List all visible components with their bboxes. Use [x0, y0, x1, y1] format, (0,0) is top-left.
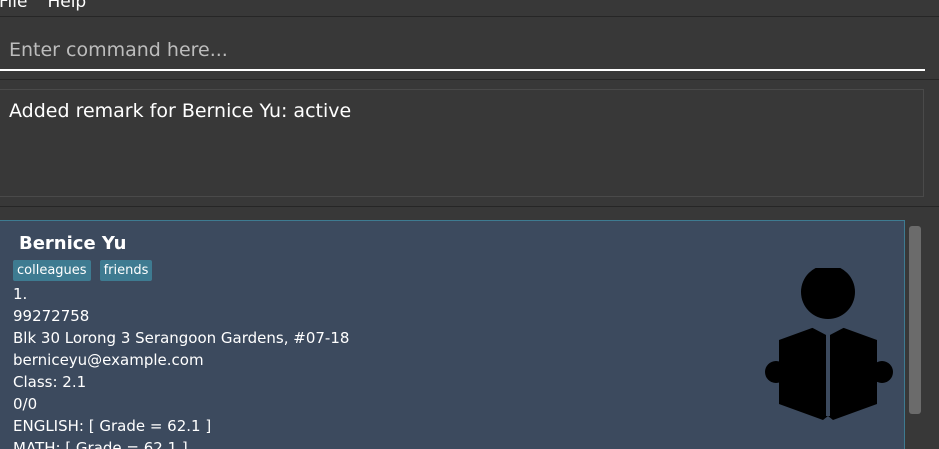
person-attendance: 0/0: [13, 395, 38, 413]
reading-person-icon: [765, 268, 893, 420]
person-address: Blk 30 Lorong 3 Serangoon Gardens, #07-1…: [13, 329, 350, 347]
list-scrollbar[interactable]: [906, 207, 939, 449]
scrollbar-thumb[interactable]: [909, 226, 921, 414]
person-card[interactable]: Bernice Yu colleagues friends 1. 9927275…: [0, 220, 905, 449]
tag-list: colleagues friends: [13, 260, 153, 281]
command-box-pane: [0, 17, 939, 80]
person-class: Class: 2.1: [13, 373, 87, 391]
tag: colleagues: [13, 260, 91, 281]
menu-file[interactable]: File: [0, 0, 34, 12]
menu-bar: File Help: [0, 0, 939, 17]
person-details: 1. 99272758 Blk 30 Lorong 3 Serangoon Ga…: [13, 283, 349, 449]
person-phone: 99272758: [13, 307, 90, 325]
tag: friends: [99, 260, 153, 281]
person-index: 1.: [13, 285, 28, 303]
person-list: Bernice Yu colleagues friends 1. 9927275…: [0, 207, 939, 449]
result-display: Added remark for Bernice Yu: active: [0, 89, 924, 197]
person-grade-math: MATH: [ Grade = 62.1 ]: [13, 439, 188, 449]
person-grade-english: ENGLISH: [ Grade = 62.1 ]: [13, 417, 212, 435]
person-name: Bernice Yu: [19, 233, 127, 254]
app-window: File Help Added remark for Bernice Yu: a…: [0, 0, 939, 449]
command-input[interactable]: [0, 31, 925, 71]
menu-help[interactable]: Help: [40, 0, 93, 12]
result-display-pane: Added remark for Bernice Yu: active: [0, 80, 939, 207]
person-email: berniceyu@example.com: [13, 351, 204, 369]
